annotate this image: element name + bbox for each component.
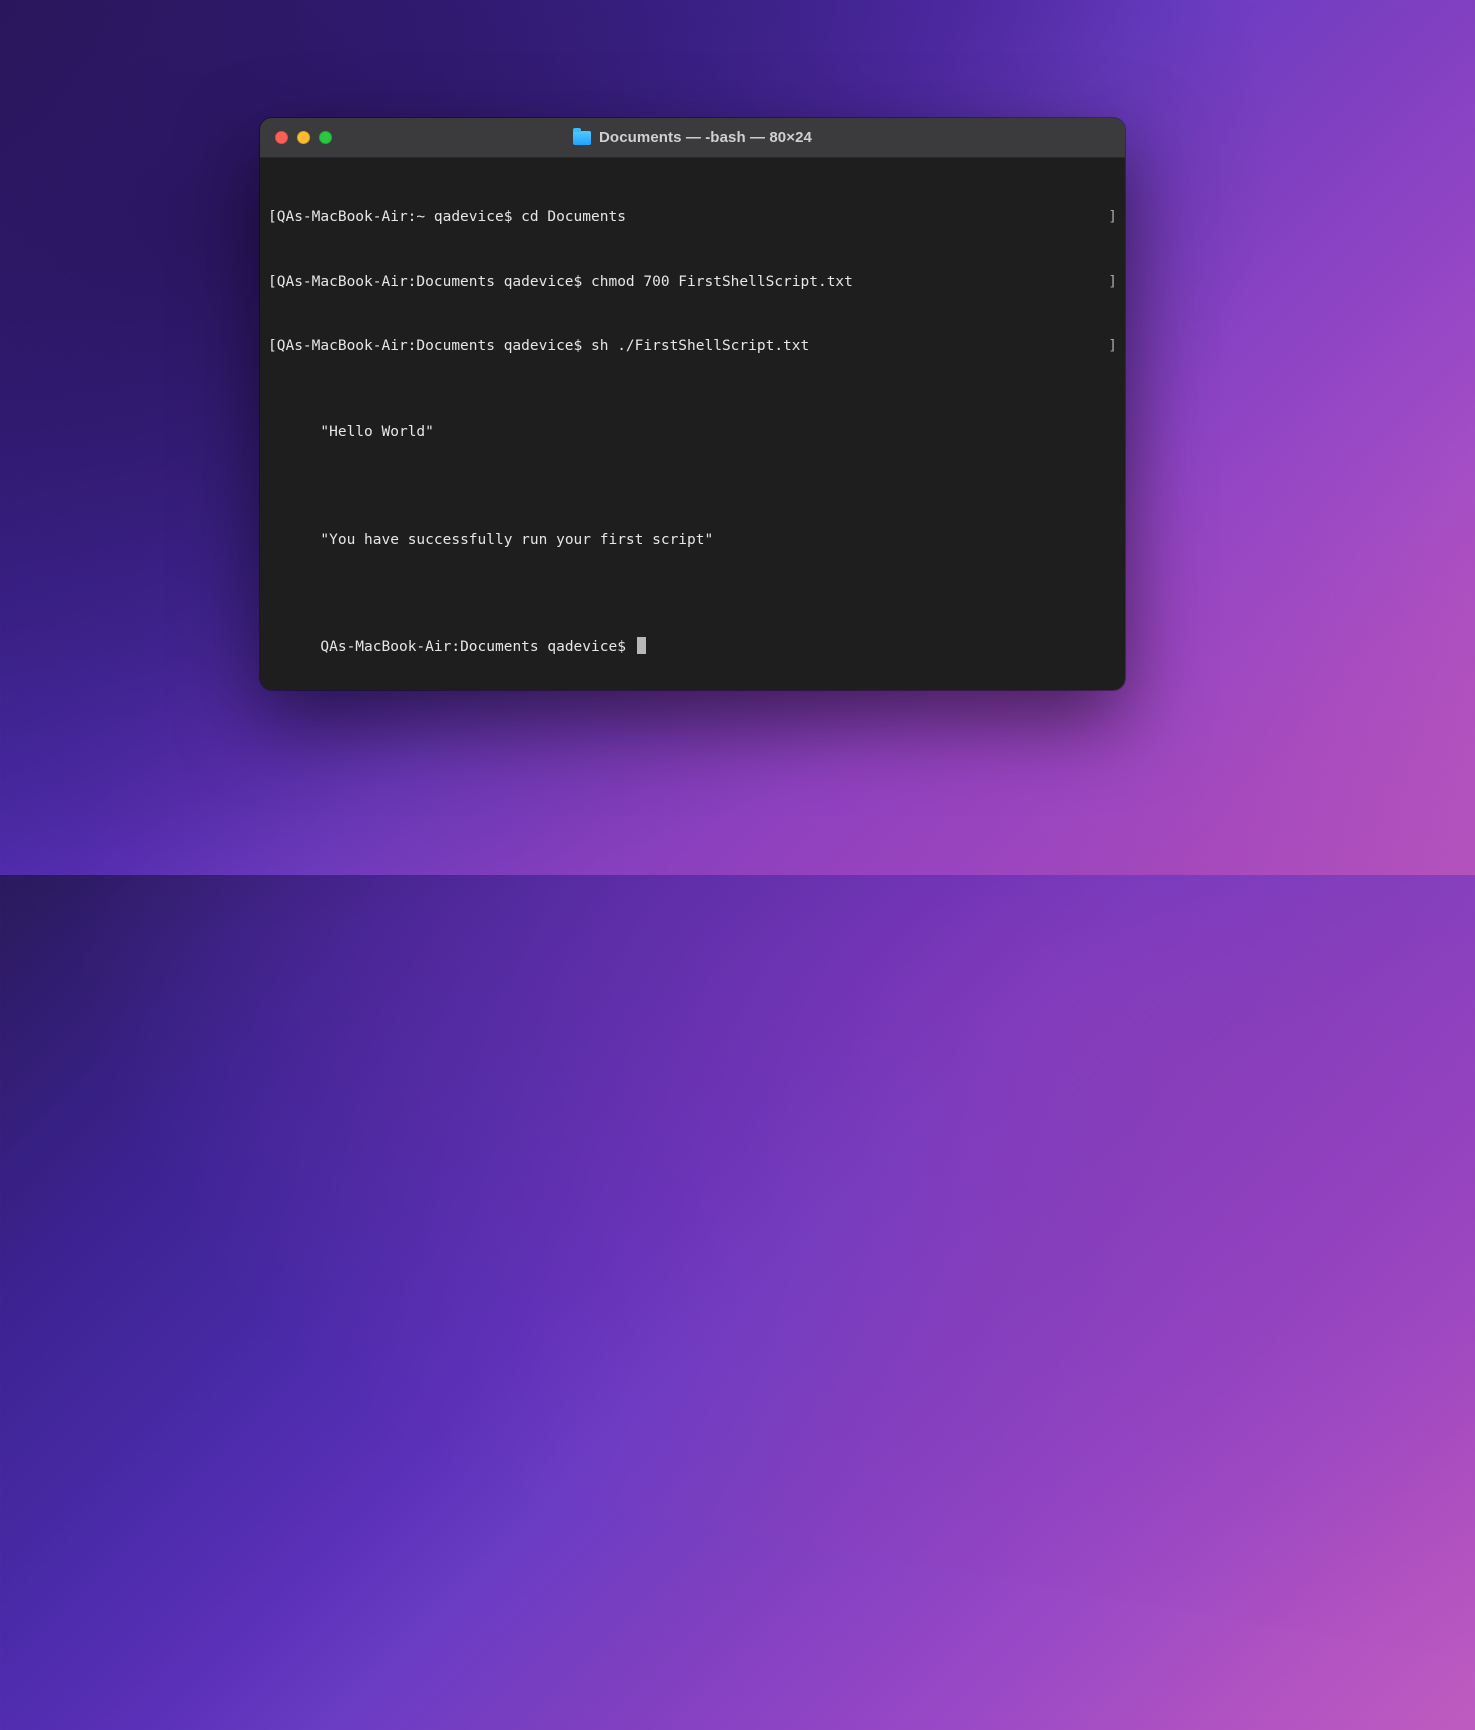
terminal-text: "Hello World" [320,424,434,440]
terminal-text: [QAs-MacBook-Air:~ qadevice$ cd Document… [268,207,626,229]
traffic-lights [260,131,332,144]
window-title: Documents — -bash — 80×24 [599,129,812,146]
terminal-text: [QAs-MacBook-Air:Documents qadevice$ sh … [268,336,809,358]
terminal-right-bracket: ] [1108,272,1117,294]
minimize-button[interactable] [297,131,310,144]
terminal-prompt-line: QAs-MacBook-Air:Documents qadevice$ [268,616,1117,681]
folder-icon [573,131,591,145]
terminal-right-bracket: ] [1108,336,1117,358]
title-bar[interactable]: Documents — -bash — 80×24 [260,118,1125,158]
terminal-line: "You have successfully run your first sc… [268,508,1117,573]
terminal-text: [QAs-MacBook-Air:Documents qadevice$ chm… [268,272,853,294]
terminal-line: [QAs-MacBook-Air:Documents qadevice$ chm… [268,272,1117,294]
terminal-line: [QAs-MacBook-Air:~ qadevice$ cd Document… [268,207,1117,229]
cursor-block [637,637,646,654]
terminal-prompt: QAs-MacBook-Air:Documents qadevice$ [320,639,634,655]
close-button[interactable] [275,131,288,144]
terminal-body[interactable]: [QAs-MacBook-Air:~ qadevice$ cd Document… [260,158,1125,690]
zoom-button[interactable] [319,131,332,144]
terminal-window[interactable]: Documents — -bash — 80×24 [QAs-MacBook-A… [260,118,1125,690]
terminal-line: "Hello World" [268,401,1117,466]
terminal-right-bracket: ] [1108,207,1117,229]
terminal-line: [QAs-MacBook-Air:Documents qadevice$ sh … [268,336,1117,358]
terminal-text: "You have successfully run your first sc… [320,532,713,548]
